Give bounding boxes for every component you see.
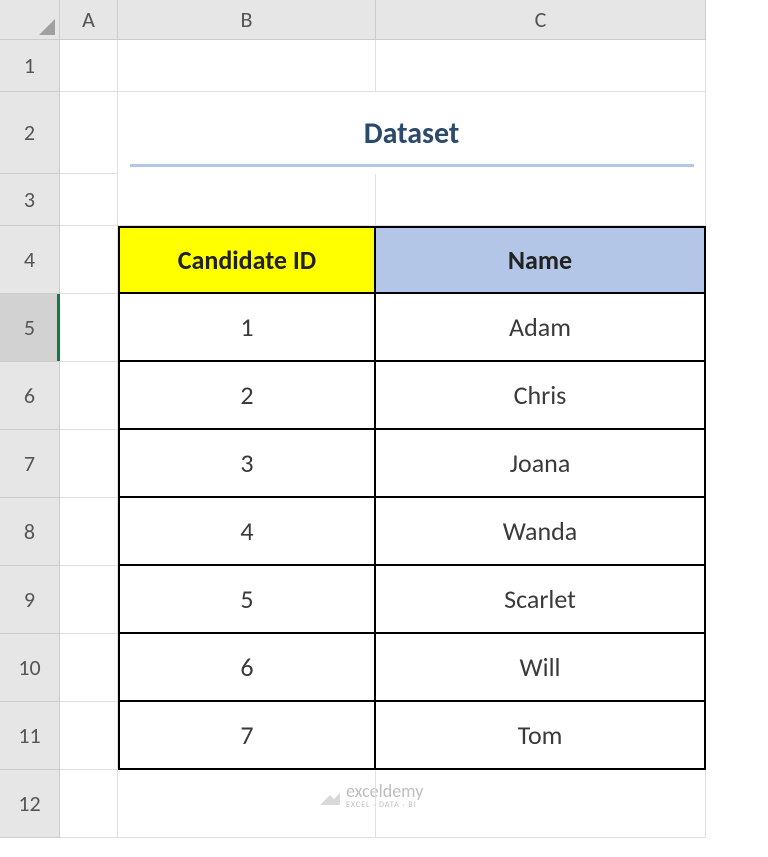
cell-A3[interactable] [60,174,118,226]
title-underline [130,164,694,167]
cell-C1[interactable] [376,40,706,92]
header-candidate-id[interactable]: Candidate ID [118,226,376,294]
cell-name-row10[interactable]: Will [376,634,706,702]
cell-id-row8[interactable]: 4 [118,498,376,566]
cell-A1[interactable] [60,40,118,92]
col-header-a[interactable]: A [60,0,118,40]
header-candidate-id-text: Candidate ID [178,244,316,276]
cell-B3[interactable] [118,174,376,226]
cell-id-row10[interactable]: 6 [118,634,376,702]
cell-name-row9[interactable]: Scarlet [376,566,706,634]
row-header-10[interactable]: 10 [0,634,60,702]
cell-B1[interactable] [118,40,376,92]
cell-A10[interactable] [60,634,118,702]
cell-A11[interactable] [60,702,118,770]
cell-B12[interactable] [118,770,376,838]
row-header-6[interactable]: 6 [0,362,60,430]
header-name-text: Name [508,244,572,276]
row-header-11[interactable]: 11 [0,702,60,770]
row-header-7[interactable]: 7 [0,430,60,498]
col-header-c[interactable]: C [376,0,706,40]
row-header-4[interactable]: 4 [0,226,60,294]
row-header-5[interactable]: 5 [0,294,60,362]
cell-name-row8[interactable]: Wanda [376,498,706,566]
col-header-b[interactable]: B [118,0,376,40]
cell-A2[interactable] [60,92,118,174]
row-header-3[interactable]: 3 [0,174,60,226]
row-header-12[interactable]: 12 [0,770,60,838]
cell-id-row9[interactable]: 5 [118,566,376,634]
cell-A12[interactable] [60,770,118,838]
cell-A8[interactable] [60,498,118,566]
cell-A5[interactable] [60,294,118,362]
row-header-1[interactable]: 1 [0,40,60,92]
cell-A4[interactable] [60,226,118,294]
row-header-9[interactable]: 9 [0,566,60,634]
cell-C12[interactable] [376,770,706,838]
column-headers: A B C [60,0,706,40]
cell-id-row11[interactable]: 7 [118,702,376,770]
header-name[interactable]: Name [376,226,706,294]
cell-id-row5[interactable]: 1 [118,294,376,362]
cell-name-row6[interactable]: Chris [376,362,706,430]
title-text: Dataset [364,115,460,152]
cell-C3[interactable] [376,174,706,226]
row-header-8[interactable]: 8 [0,498,60,566]
row-header-2[interactable]: 2 [0,92,60,174]
select-all-corner[interactable] [0,0,60,40]
cell-A7[interactable] [60,430,118,498]
cell-name-row5[interactable]: Adam [376,294,706,362]
cell-A9[interactable] [60,566,118,634]
cell-name-row7[interactable]: Joana [376,430,706,498]
title-cell[interactable]: Dataset [118,92,706,174]
cell-A6[interactable] [60,362,118,430]
cell-id-row6[interactable]: 2 [118,362,376,430]
cell-name-row11[interactable]: Tom [376,702,706,770]
row-headers: 123456789101112 [0,40,60,838]
cell-id-row7[interactable]: 3 [118,430,376,498]
